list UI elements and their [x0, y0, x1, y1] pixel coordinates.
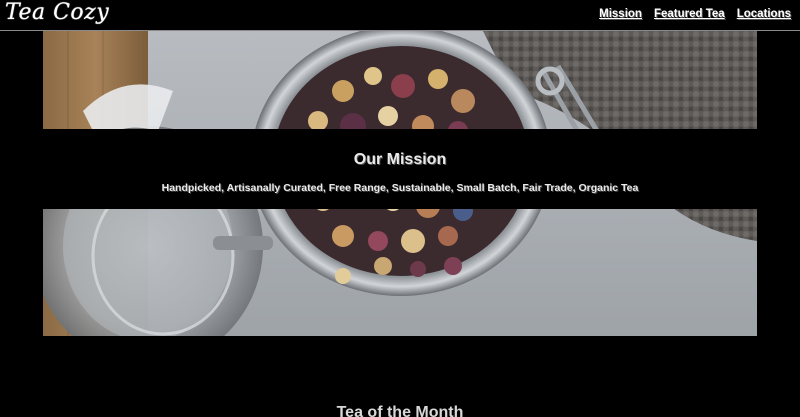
tea-jar-image — [43, 209, 757, 336]
mission-title: Our Mission — [353, 151, 447, 168]
hero-image-top — [43, 31, 757, 129]
nav-link-locations[interactable]: Locations — [737, 8, 791, 20]
mission-section: Our Mission Handpicked, Artisanally Cura… — [0, 129, 800, 209]
tea-of-month-title: Tea of the Month — [336, 404, 464, 417]
site-header: Tea Cozy Mission Featured Tea Locations — [0, 0, 800, 31]
nav-link-mission[interactable]: Mission — [599, 8, 642, 20]
main-nav: Mission Featured Tea Locations — [599, 8, 791, 20]
page: Tea Cozy Mission Featured Tea Locations — [0, 0, 800, 417]
mission-subtitle: Handpicked, Artisanally Curated, Free Ra… — [161, 182, 639, 194]
site-logo[interactable]: Tea Cozy — [5, 0, 109, 25]
hero-image-bottom — [43, 209, 757, 336]
tea-jar-image — [43, 31, 757, 129]
nav-link-featured-tea[interactable]: Featured Tea — [654, 8, 725, 20]
